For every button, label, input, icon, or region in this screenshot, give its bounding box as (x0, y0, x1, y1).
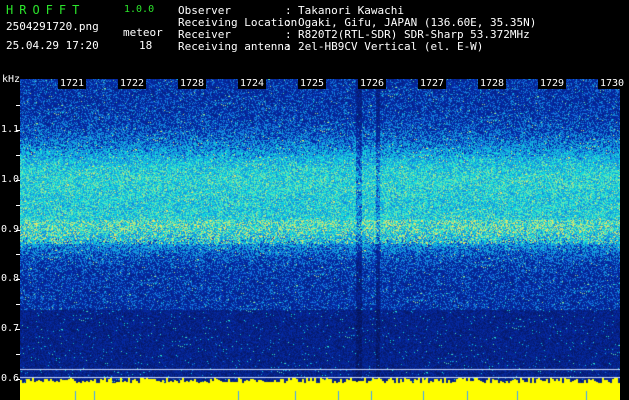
x-tick-label: 1724 (238, 78, 267, 89)
x-tick-label: 1730 (598, 78, 627, 89)
x-tick-label: 1728 (178, 78, 207, 89)
filename: 2504291720.png (6, 20, 99, 33)
datetime: 25.04.29 17:20 (6, 39, 99, 52)
info-key-antenna: Receiving antenna (178, 40, 291, 53)
y-axis-unit: kHz (2, 74, 21, 85)
x-tick-label: 1728 (478, 78, 507, 89)
app-version: 1.0.0 (124, 4, 155, 15)
header: HROFFT 1.0.0 2504291720.png 25.04.29 17:… (0, 0, 629, 76)
info-colon: : (285, 40, 292, 53)
meteor-label: meteor (123, 26, 163, 39)
meteor-count: 18 (139, 39, 153, 52)
info-value-antenna: 2el-HB9CV Vertical (el. E-W) (298, 40, 484, 53)
x-tick-label: 1725 (298, 78, 327, 89)
x-tick-label: 1721 (58, 78, 87, 89)
spectrogram-canvas (20, 79, 620, 400)
app-name: HROFFT (6, 3, 86, 17)
x-tick-label: 1727 (418, 78, 447, 89)
x-tick-label: 1726 (358, 78, 387, 89)
x-tick-label: 1729 (538, 78, 567, 89)
x-tick-label: 1722 (118, 78, 147, 89)
